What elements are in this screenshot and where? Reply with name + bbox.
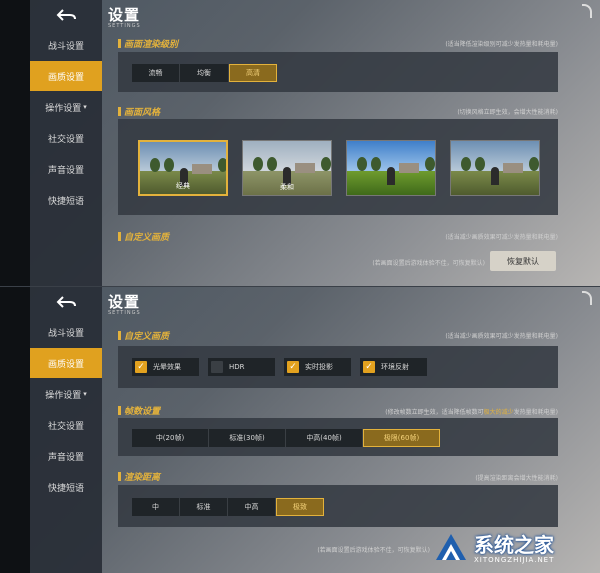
watermark: 系统之家 XITONGZHIJIA.NET [432,528,596,570]
section-note-distance: (提高渲染距离会增大性能消耗) [475,475,558,482]
section-note-fps: (修改帧数立即生效，适当降低帧数可极大的减少发热量和耗电量) [385,409,558,416]
toggle-hdr[interactable]: HDR [208,358,275,376]
toggle-env-reflection[interactable]: ✓ 环境反射 [360,358,427,376]
page-title: 设置 [108,6,141,24]
fps-option-60[interactable]: 极限(60帧) [363,429,440,447]
style-box: 经典 柔和 [118,119,558,215]
sidebar-item-controls[interactable]: 操作设置 ▾ [30,92,102,122]
checkmark-icon: ✓ [287,361,299,373]
render-level-box: 流畅 均衡 高清 [118,52,558,92]
fps-box: 中(20帧) 标准(30帧) 中高(40帧) 极限(60帧) [118,418,558,456]
sidebar-item-graphics[interactable]: 画质设置 [30,348,102,378]
corner-hook-icon [582,4,592,18]
settings-panel-graphics-basic: 战斗设置 画质设置 操作设置 ▾ 社交设置 声音设置 快捷短语 设置 SETTIN… [0,0,600,286]
back-button[interactable] [30,287,102,317]
sidebar-item-sound[interactable]: 声音设置 [30,154,102,184]
distance-option-medium-high[interactable]: 中高 [228,498,276,516]
chevron-down-icon: ▾ [83,103,87,111]
settings-sidebar: 战斗设置 画质设置 操作设置 ▾ 社交设置 声音设置 快捷短语 [30,287,102,573]
render-option-hd[interactable]: 高清 [229,64,277,82]
style-thumb-classic[interactable]: 经典 [138,140,228,196]
sidebar-item-quick-chat[interactable]: 快捷短语 [30,185,102,215]
screen-edge [0,0,30,286]
section-title-render-level: 画面渲染级别 [118,37,178,50]
page-title: 设置 [108,293,141,311]
distance-option-medium[interactable]: 中 [132,498,180,516]
checkmark-icon: ✓ [363,361,375,373]
section-title-style: 画面风格 [118,105,160,118]
fps-selector: 中(20帧) 标准(30帧) 中高(40帧) 极限(60帧) [132,429,440,447]
distance-box: 中 标准 中高 极致 [118,485,558,527]
watermark-logo [432,530,470,568]
watermark-text: 系统之家 [474,533,554,557]
style-thumb-realistic[interactable] [450,140,540,196]
sidebar-item-controls[interactable]: 操作设置 ▾ [30,379,102,409]
render-level-selector: 流畅 均衡 高清 [132,64,277,82]
settings-sidebar: 战斗设置 画质设置 操作设置 ▾ 社交设置 声音设置 快捷短语 [30,0,102,286]
screen-edge [0,287,30,573]
section-note-style: (切换风格立即生效，会增大性能消耗) [457,109,558,116]
back-button[interactable] [30,0,102,30]
render-option-smooth[interactable]: 流畅 [132,64,180,82]
toggle-realtime-shadow[interactable]: ✓ 实时投影 [284,358,351,376]
page-header: 设置 SETTINGS [108,291,141,316]
custom-quality-box: ✓ 光晕效果 HDR ✓ 实时投影 ✓ 环境反射 [118,346,558,388]
section-title-fps: 帧数设置 [118,404,160,417]
reset-default-button[interactable]: 恢复默认 [490,251,556,271]
sidebar-item-quick-chat[interactable]: 快捷短语 [30,472,102,502]
section-title-custom: 自定义画质 [118,230,169,243]
chevron-down-icon: ▾ [83,390,87,398]
checkmark-icon: ✓ [135,361,147,373]
reset-hint: (若画面设置后游戏体验不佳，可恢复默认) [317,547,430,554]
sidebar-item-graphics[interactable]: 画质设置 [30,61,102,91]
page-subtitle: SETTINGS [108,23,141,29]
fps-option-20[interactable]: 中(20帧) [132,429,209,447]
sidebar-item-combat[interactable]: 战斗设置 [30,317,102,347]
fps-option-40[interactable]: 中高(40帧) [286,429,363,447]
page-header: 设置 SETTINGS [108,4,141,29]
section-title-custom: 自定义画质 [118,329,169,342]
checkbox-empty [211,361,223,373]
sidebar-item-sound[interactable]: 声音设置 [30,441,102,471]
distance-option-extreme[interactable]: 极致 [276,498,324,516]
section-note-render-level: (适当降低渲染级别可减少发热量和耗电量) [445,41,558,48]
distance-option-standard[interactable]: 标准 [180,498,228,516]
render-option-balanced[interactable]: 均衡 [180,64,229,82]
section-title-distance: 渲染距离 [118,470,160,483]
distance-selector: 中 标准 中高 极致 [132,498,324,516]
section-note-custom: (适当减少画质效果可减少发热量和耗电量) [445,333,558,340]
section-note-custom: (适当减少画质效果可减少发热量和耗电量) [445,234,558,241]
style-thumb-vivid[interactable] [346,140,436,196]
style-thumb-soft[interactable]: 柔和 [242,140,332,196]
corner-hook-icon [582,291,592,305]
toggle-bloom[interactable]: ✓ 光晕效果 [132,358,199,376]
fps-option-30[interactable]: 标准(30帧) [209,429,286,447]
sidebar-item-social[interactable]: 社交设置 [30,410,102,440]
reset-hint: (若画面设置后游戏体验不佳，可恢复默认) [372,260,485,267]
back-arrow-icon [56,296,76,308]
back-arrow-icon [56,9,76,21]
sidebar-item-social[interactable]: 社交设置 [30,123,102,153]
page-subtitle: SETTINGS [108,310,141,316]
sidebar-item-combat[interactable]: 战斗设置 [30,30,102,60]
watermark-url: XITONGZHIJIA.NET [474,556,555,564]
